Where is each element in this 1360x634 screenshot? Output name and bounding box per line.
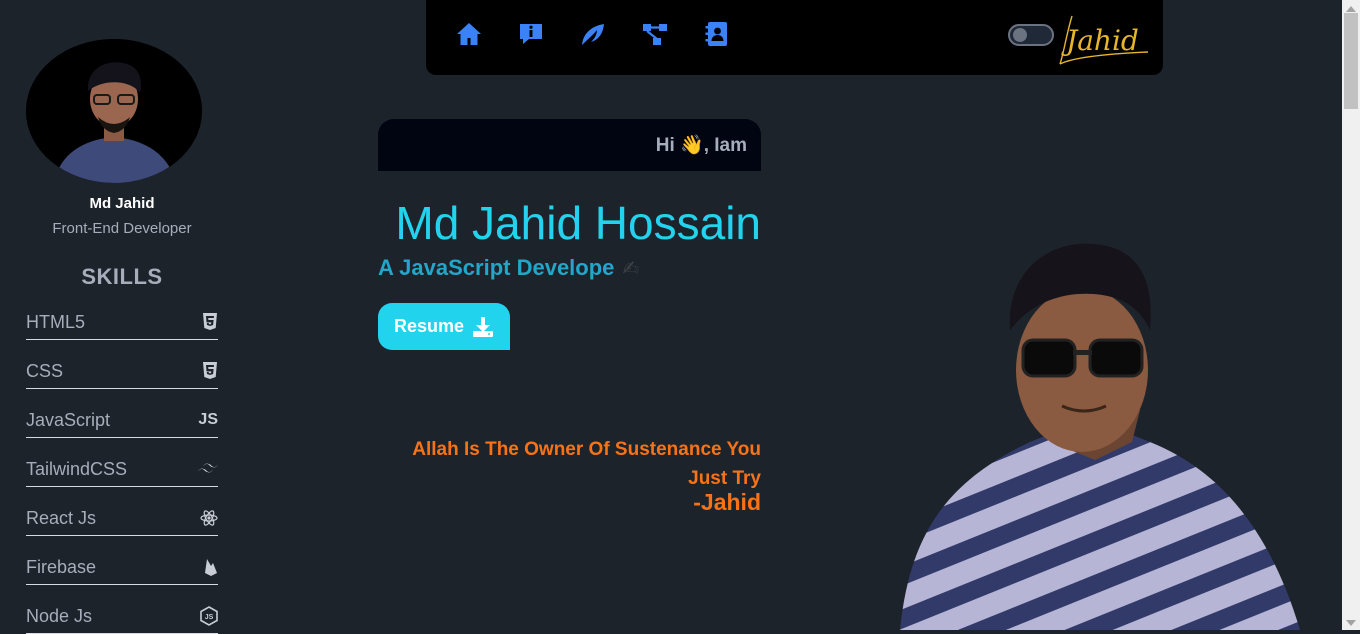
skill-label: Firebase bbox=[26, 556, 97, 577]
profile-photo bbox=[26, 39, 202, 183]
resume-label: Resume bbox=[393, 316, 465, 336]
skill-item-nodejs: Node Js JS bbox=[26, 599, 218, 634]
skill-label: TailwindCSS bbox=[26, 458, 128, 479]
skill-item-react: React Js bbox=[26, 501, 218, 536]
skill-label: React Js bbox=[26, 507, 97, 528]
skill-label: CSS bbox=[26, 360, 64, 381]
nodejs-icon: JS bbox=[200, 606, 218, 626]
writing-hand-icon: ✍ bbox=[622, 258, 640, 280]
toggle-knob bbox=[1013, 28, 1027, 42]
profile-role: Front-End Developer bbox=[52, 220, 192, 237]
info-icon[interactable] bbox=[517, 20, 545, 48]
hero-tagline: A JavaScript Develope ✍ bbox=[378, 255, 639, 281]
tailwind-icon bbox=[198, 463, 218, 475]
scroll-up-arrow-icon[interactable] bbox=[1346, 6, 1356, 12]
skill-item-html5: HTML5 bbox=[26, 305, 218, 340]
skill-item-javascript: JavaScript JS bbox=[26, 403, 218, 438]
skill-item-tailwindcss: TailwindCSS bbox=[26, 452, 218, 487]
skill-label: JavaScript bbox=[26, 409, 111, 430]
hero-portrait bbox=[880, 230, 1310, 630]
hero-name: Md Jahid Hossain bbox=[395, 197, 761, 249]
svg-text:JS: JS bbox=[205, 614, 214, 621]
js-icon: JS bbox=[198, 411, 218, 428]
home-icon[interactable] bbox=[455, 20, 483, 48]
signature-text: Jahid bbox=[1061, 24, 1139, 57]
quote-author: -Jahid bbox=[693, 489, 761, 515]
firebase-icon bbox=[204, 558, 218, 576]
skill-item-css: CSS bbox=[26, 354, 218, 389]
scrollbar[interactable] bbox=[1342, 0, 1360, 630]
top-navbar: Jahid bbox=[426, 0, 1163, 75]
scroll-down-arrow-icon[interactable] bbox=[1346, 620, 1356, 626]
services-icon[interactable] bbox=[579, 20, 607, 48]
download-icon bbox=[473, 316, 494, 337]
skill-label: Node Js bbox=[26, 605, 93, 626]
quote-text: Allah Is The Owner Of Sustenance You Jus… bbox=[412, 439, 761, 489]
projects-icon[interactable] bbox=[641, 20, 669, 48]
resume-button[interactable]: Resume bbox=[378, 303, 510, 350]
profile-name: Md Jahid bbox=[89, 195, 155, 212]
tagline-text: A JavaScript Develope bbox=[378, 255, 615, 280]
css3-icon bbox=[202, 362, 218, 380]
react-icon bbox=[200, 509, 218, 527]
theme-toggle[interactable] bbox=[1008, 24, 1054, 46]
signature-logo[interactable]: Jahid bbox=[1058, 6, 1150, 68]
skill-item-firebase: Firebase bbox=[26, 550, 218, 585]
html5-icon bbox=[202, 313, 218, 331]
sidebar: Md Jahid Front-End Developer SKILLS HTML… bbox=[0, 0, 244, 634]
contact-icon[interactable] bbox=[703, 20, 731, 48]
skill-label: HTML5 bbox=[26, 311, 86, 332]
skills-title: SKILLS bbox=[81, 264, 163, 289]
greeting-box: Hi 👋, Iam bbox=[378, 119, 761, 171]
scroll-thumb[interactable] bbox=[1344, 13, 1358, 109]
avatar bbox=[26, 39, 202, 183]
